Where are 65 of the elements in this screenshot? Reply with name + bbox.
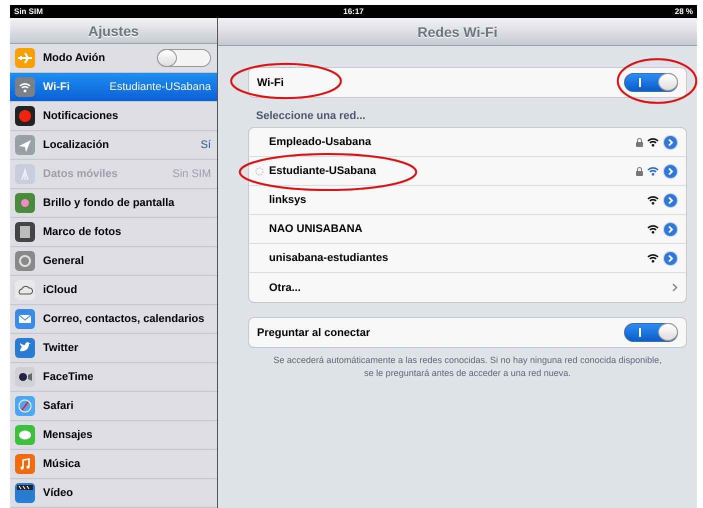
lock-icon bbox=[636, 166, 643, 176]
settings-item[interactable]: Correo, contactos, calendarios bbox=[10, 305, 217, 334]
wifi-signal-icon bbox=[647, 224, 659, 234]
lock-icon bbox=[636, 138, 643, 146]
detail-disclosure-icon[interactable] bbox=[663, 222, 678, 236]
settings-item[interactable]: Mensajes bbox=[10, 421, 217, 450]
app-icon bbox=[15, 338, 35, 358]
app-icon bbox=[15, 222, 35, 242]
app-icon bbox=[15, 135, 35, 155]
settings-item[interactable]: Modo Avión bbox=[10, 44, 217, 73]
ask-label: Preguntar al conectar bbox=[257, 326, 372, 338]
spinner-icon bbox=[255, 166, 264, 176]
app-icon bbox=[15, 193, 35, 213]
app-icon bbox=[15, 425, 35, 445]
app-icon bbox=[15, 280, 35, 300]
settings-item[interactable]: Vídeo bbox=[10, 479, 217, 508]
settings-item[interactable]: Música bbox=[10, 450, 217, 479]
chevron-icon bbox=[672, 283, 678, 292]
settings-item[interactable]: Brillo y fondo de pantalla bbox=[10, 189, 217, 218]
wifi-signal-icon bbox=[647, 166, 659, 176]
wifi-signal-icon bbox=[647, 253, 659, 263]
settings-item[interactable]: iCloud bbox=[10, 276, 217, 305]
settings-item[interactable]: Twitter bbox=[10, 334, 217, 363]
toggle-switch[interactable] bbox=[157, 49, 211, 67]
carrier-text: Sin SIM bbox=[14, 7, 44, 16]
settings-item[interactable]: Safari bbox=[10, 392, 217, 421]
network-row[interactable]: Empleado-Usabana bbox=[249, 128, 686, 157]
clock-text: 16:17 bbox=[343, 7, 364, 16]
app-icon bbox=[15, 309, 35, 329]
detail-disclosure-icon[interactable] bbox=[663, 164, 678, 178]
battery-text: 28 % bbox=[674, 7, 693, 16]
detail-disclosure-icon[interactable] bbox=[663, 192, 678, 208]
toggle-switch[interactable] bbox=[624, 323, 678, 342]
app-icon bbox=[15, 454, 35, 474]
other-network-row[interactable]: Otra... bbox=[249, 273, 686, 302]
settings-item[interactable]: FaceTime bbox=[10, 363, 217, 392]
app-icon bbox=[15, 77, 35, 97]
on-indicator-icon bbox=[639, 328, 641, 337]
app-icon bbox=[15, 396, 35, 416]
wifi-signal-icon bbox=[647, 137, 659, 147]
network-row[interactable]: unisabana-estudiantes bbox=[249, 244, 686, 273]
app-icon bbox=[15, 164, 35, 184]
network-row[interactable]: NAO UNISABANA bbox=[249, 215, 686, 244]
footnote-text: Se accederá automáticamente a las redes conocidas. Si no hay ninguna red conocida disponible, se le preguntará antes de acceder a una red nueva. bbox=[272, 354, 663, 380]
toggle-switch[interactable] bbox=[624, 73, 678, 92]
settings-item[interactable]: Marco de fotos bbox=[10, 218, 217, 247]
app-icon bbox=[15, 367, 35, 387]
app-icon bbox=[15, 483, 35, 503]
settings-item[interactable]: Wi-Fi Estudiante-USabana bbox=[10, 73, 217, 102]
settings-item[interactable]: Localización Sí bbox=[10, 131, 217, 160]
network-row[interactable]: Estudiante-USabana bbox=[249, 157, 686, 186]
app-icon bbox=[15, 48, 35, 68]
section-label: Seleccione una red... bbox=[256, 110, 366, 122]
app-icon bbox=[15, 251, 35, 271]
navigation-title: Redes Wi-Fi bbox=[418, 24, 498, 40]
wifi-label: Wi-Fi bbox=[257, 76, 285, 88]
sidebar-title: Ajustes bbox=[88, 22, 139, 38]
settings-item[interactable]: Notificaciones bbox=[10, 102, 217, 131]
detail-disclosure-icon[interactable] bbox=[663, 134, 678, 150]
network-row[interactable]: linksys bbox=[249, 186, 686, 215]
on-indicator-icon bbox=[639, 78, 641, 87]
detail-disclosure-icon[interactable] bbox=[663, 250, 678, 266]
app-icon bbox=[15, 106, 35, 126]
settings-item[interactable]: General bbox=[10, 247, 217, 276]
wifi-signal-icon bbox=[647, 195, 659, 205]
